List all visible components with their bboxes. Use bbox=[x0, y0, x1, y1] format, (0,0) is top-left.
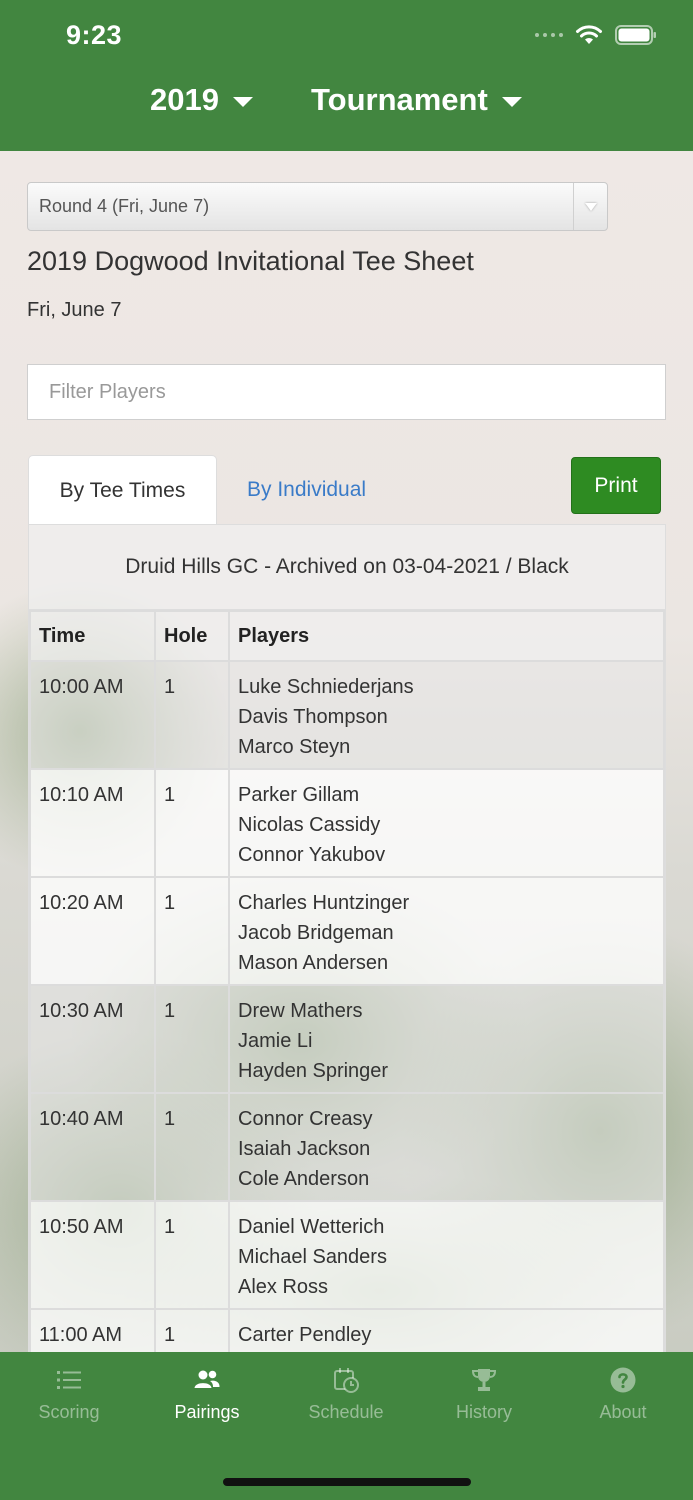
hole-cell: 1 bbox=[154, 1200, 230, 1310]
table-row: 10:40 AM 1 Connor Creasy Isaiah Jackson … bbox=[29, 1092, 665, 1202]
column-header-players: Players bbox=[228, 610, 665, 662]
nav-label: Pairings bbox=[174, 1402, 240, 1422]
people-icon bbox=[194, 1370, 220, 1388]
nav-schedule[interactable]: Schedule bbox=[286, 1366, 406, 1423]
player-name: Davis Thompson bbox=[238, 706, 388, 728]
player-name: Michael Sanders bbox=[238, 1246, 387, 1268]
player-name: Nicolas Cassidy bbox=[238, 814, 381, 836]
battery-icon bbox=[615, 25, 656, 45]
player-name: Jacob Bridgeman bbox=[238, 922, 394, 944]
year-picker[interactable]: 2019 bbox=[150, 82, 253, 118]
chevron-down-icon bbox=[232, 96, 253, 107]
year-label: 2019 bbox=[150, 82, 219, 117]
hole-cell: 1 bbox=[154, 1092, 230, 1202]
player-name: Carter Pendley bbox=[238, 1324, 372, 1346]
calendar-clock-icon bbox=[334, 1368, 359, 1393]
table-row: 11:00 AM 1 Carter Pendley bbox=[29, 1308, 665, 1352]
hole-cell: 1 bbox=[154, 1308, 230, 1352]
hole-cell: 1 bbox=[154, 660, 230, 770]
player-name: Connor Creasy bbox=[238, 1108, 373, 1130]
status-time: 9:23 bbox=[66, 20, 123, 50]
player-name: Daniel Wetterich bbox=[238, 1216, 385, 1238]
tee-time-cell: 11:00 AM bbox=[29, 1308, 156, 1352]
event-label: Tournament bbox=[311, 82, 488, 117]
home-indicator bbox=[223, 1478, 471, 1486]
column-header-time: Time bbox=[29, 610, 156, 662]
table-row: 10:20 AM 1 Charles Huntzinger Jacob Brid… bbox=[29, 876, 665, 986]
tee-time-cell: 10:30 AM bbox=[29, 984, 156, 1094]
signal-icon bbox=[535, 33, 563, 37]
hole-cell: 1 bbox=[154, 984, 230, 1094]
players-cell: Charles Huntzinger Jacob Bridgeman Mason… bbox=[228, 876, 665, 986]
tee-time-cell: 10:00 AM bbox=[29, 660, 156, 770]
player-name: Charles Huntzinger bbox=[238, 892, 410, 914]
nav-label: Schedule bbox=[308, 1402, 384, 1422]
select-arrow-icon bbox=[573, 183, 607, 230]
print-button[interactable]: Print bbox=[571, 457, 661, 514]
table-row: 10:30 AM 1 Drew Mathers Jamie Li Hayden … bbox=[29, 984, 665, 1094]
player-name: Parker Gillam bbox=[238, 784, 360, 806]
player-name: Cole Anderson bbox=[238, 1168, 370, 1190]
player-name: Drew Mathers bbox=[238, 1000, 363, 1022]
nav-about[interactable]: About bbox=[563, 1366, 683, 1423]
tee-sheet: Druid Hills GC - Archived on 03-04-2021 … bbox=[28, 524, 666, 1352]
wifi-icon bbox=[576, 25, 602, 44]
course-info: Druid Hills GC - Archived on 03-04-2021 … bbox=[29, 525, 665, 610]
tee-time-cell: 10:40 AM bbox=[29, 1092, 156, 1202]
question-circle-icon bbox=[610, 1367, 636, 1393]
event-picker[interactable]: Tournament bbox=[311, 82, 522, 118]
nav-history[interactable]: History bbox=[424, 1366, 544, 1423]
page-date: Fri, June 7 bbox=[27, 299, 122, 321]
round-select-value: Round 4 (Fri, June 7) bbox=[39, 196, 210, 216]
player-name: Mason Andersen bbox=[238, 952, 389, 974]
column-header-hole: Hole bbox=[154, 610, 230, 662]
status-indicators bbox=[535, 24, 657, 46]
tee-time-cell: 10:10 AM bbox=[29, 768, 156, 878]
player-name: Hayden Springer bbox=[238, 1060, 389, 1082]
tab-by-tee-times[interactable]: By Tee Times bbox=[28, 455, 217, 525]
nav-label: History bbox=[455, 1402, 512, 1422]
player-name: Isaiah Jackson bbox=[238, 1138, 371, 1160]
nav-label: About bbox=[599, 1402, 647, 1422]
player-name: Alex Ross bbox=[238, 1276, 329, 1298]
hole-cell: 1 bbox=[154, 876, 230, 986]
chevron-down-icon bbox=[501, 96, 522, 107]
players-cell: Daniel Wetterich Michael Sanders Alex Ro… bbox=[228, 1200, 665, 1310]
hole-cell: 1 bbox=[154, 768, 230, 878]
table-row: 10:50 AM 1 Daniel Wetterich Michael Sand… bbox=[29, 1200, 665, 1310]
table-row: 10:00 AM 1 Luke Schniederjans Davis Thom… bbox=[29, 660, 665, 770]
table-row: 10:10 AM 1 Parker Gillam Nicolas Cassidy… bbox=[29, 768, 665, 878]
player-name: Jamie Li bbox=[238, 1030, 313, 1052]
tee-time-cell: 10:20 AM bbox=[29, 876, 156, 986]
round-select[interactable]: Round 4 (Fri, June 7) bbox=[27, 182, 608, 231]
page-title: 2019 Dogwood Invitational Tee Sheet bbox=[27, 246, 474, 276]
players-cell: Parker Gillam Nicolas Cassidy Connor Yak… bbox=[228, 768, 665, 878]
players-cell: Connor Creasy Isaiah Jackson Cole Anders… bbox=[228, 1092, 665, 1202]
trophy-icon bbox=[471, 1369, 497, 1391]
filter-players-input[interactable] bbox=[27, 364, 666, 420]
player-name: Connor Yakubov bbox=[238, 844, 386, 866]
content-area: Round 4 (Fri, June 7) 2019 Dogwood Invit… bbox=[0, 151, 693, 1352]
player-name: Marco Steyn bbox=[238, 736, 351, 758]
tab-by-individual[interactable]: By Individual bbox=[247, 455, 366, 525]
tee-time-cell: 10:50 AM bbox=[29, 1200, 156, 1310]
players-cell: Luke Schniederjans Davis Thompson Marco … bbox=[228, 660, 665, 770]
app-header: 9:23 2019 Tournament bbox=[0, 0, 693, 151]
nav-pairings[interactable]: Pairings bbox=[147, 1366, 267, 1423]
nav-label: Scoring bbox=[38, 1402, 100, 1422]
players-cell: Drew Mathers Jamie Li Hayden Springer bbox=[228, 984, 665, 1094]
tee-times-table: Time Hole Players 10:00 AM 1 Luke Schnie… bbox=[29, 610, 665, 1352]
players-cell: Carter Pendley bbox=[228, 1308, 665, 1352]
nav-scoring[interactable]: Scoring bbox=[9, 1366, 129, 1423]
list-icon bbox=[57, 1371, 81, 1389]
player-name: Luke Schniederjans bbox=[238, 676, 414, 698]
